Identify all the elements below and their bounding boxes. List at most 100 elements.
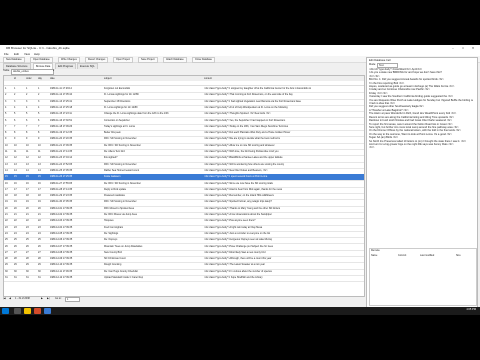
cell-subject[interactable]: September 15 Directions: [104, 99, 200, 104]
cell-day[interactable]: 25: [38, 237, 46, 242]
cell-subject[interactable]: Change the Ft. Loma sightings date from …: [104, 111, 200, 116]
cell-day[interactable]: 13: [38, 162, 46, 167]
row-number[interactable]: 9: [5, 136, 13, 141]
cell-id[interactable]: 13: [14, 162, 24, 167]
cell-content[interactable]: <div class="typo-body">Sea Otter Dukes a…: [204, 168, 360, 173]
cell-order[interactable]: 4: [26, 105, 36, 110]
row-number[interactable]: 8: [5, 130, 13, 135]
row-number[interactable]: 15: [5, 174, 13, 179]
cell-order[interactable]: 17: [26, 187, 36, 192]
first-page-button[interactable]: |◀: [3, 297, 5, 300]
cell-subject[interactable]: Rough Counting: [104, 262, 200, 267]
cell-date[interactable]: 1989-11-27 17:55:05: [50, 181, 100, 186]
cell-content[interactable]: <div class="typo-body">Most likely Saw a…: [204, 250, 360, 255]
cell-id[interactable]: 25: [14, 237, 24, 242]
cell-content[interactable]: <div class="typo-body">That morning at F…: [204, 92, 360, 97]
cell-order[interactable]: 23: [26, 225, 36, 230]
row-number[interactable]: 22: [5, 218, 13, 223]
cell-order[interactable]: 16: [26, 181, 36, 186]
cell-order[interactable]: 21: [26, 212, 36, 217]
cell-subject[interactable]: Re: Ospreys: [104, 237, 200, 242]
cell-content[interactable]: <div class="typo-body">Just a reminder t…: [204, 231, 360, 236]
cell-date[interactable]: 1989-12-05 17:09:35: [50, 231, 100, 236]
row-number[interactable]: 12: [5, 155, 13, 160]
cell-subject[interactable]: Ft. Loma sightings for 11/ 12/89: [104, 105, 200, 110]
row-number[interactable]: 29: [5, 262, 13, 267]
cell-day[interactable]: 9: [38, 136, 46, 141]
cell-content[interactable]: <div class="typo-body">Although, there w…: [204, 256, 360, 261]
row-number[interactable]: 11: [5, 149, 13, 154]
cell-content[interactable]: <div class="typo-body">Not each Plaintai…: [204, 130, 360, 135]
cell-day[interactable]: 15: [38, 174, 46, 179]
cell-date[interactable]: 1989-11-25 17:05:35: [50, 168, 100, 173]
cell-day[interactable]: 26: [38, 244, 46, 249]
cell-subject[interactable]: Fred Cunningham: [104, 225, 200, 230]
cell-day[interactable]: 19: [38, 199, 46, 204]
cell-content[interactable]: <div class="typo-body">A light rain toda…: [204, 225, 360, 230]
cell-day[interactable]: 29: [38, 262, 46, 267]
cell-subject[interactable]: Correction on Sepulcher: [104, 118, 200, 123]
cell-order[interactable]: 18: [26, 193, 36, 198]
cell-day[interactable]: 23: [38, 225, 46, 230]
cell-subject[interactable]: Mountain Trees on Jump Roadsides: [104, 244, 200, 249]
cell-subject[interactable]: Hoopoes: [104, 218, 200, 223]
cell-id[interactable]: 19: [14, 199, 24, 204]
cell-content[interactable]: <div class="typo-body">The Latest Sweate…: [204, 262, 360, 267]
cell-content[interactable]: <div class="typo-body">Have Challenge pu…: [204, 244, 360, 249]
cell-id[interactable]: 26: [14, 244, 24, 249]
cell-content[interactable]: <div class="typo-body">Spotted Fulmar, a…: [204, 199, 360, 204]
cell-order[interactable]: 7: [26, 124, 36, 129]
cell-id[interactable]: 8: [14, 130, 24, 135]
cell-date[interactable]: 1989-12-11 17:09:35: [50, 269, 100, 274]
open-project-button[interactable]: Open Project: [113, 57, 133, 63]
cell-order[interactable]: 9: [26, 136, 36, 141]
cell-subject[interactable]: Forgotten not Escondido: [104, 86, 200, 91]
cell-id[interactable]: 11: [14, 149, 24, 154]
cell-date[interactable]: 1989-11-26 17:25:35: [50, 174, 100, 179]
cell-date[interactable]: 1989-11-22 17:14:35: [50, 149, 100, 154]
cell-id[interactable]: 21: [14, 212, 24, 217]
cell-order[interactable]: 10: [26, 143, 36, 148]
cell-content[interactable]: <div class="typo-body">We are trying to …: [204, 136, 360, 141]
cell-date[interactable]: 1989-12-01 17:09:35: [50, 206, 100, 211]
cell-day[interactable]: 31: [38, 275, 46, 280]
cell-date[interactable]: 1989-11-13 17:25:41: [50, 99, 100, 104]
next-page-button[interactable]: ▶: [41, 297, 43, 300]
cell-id[interactable]: 7: [14, 124, 24, 129]
cell-id[interactable]: 15: [14, 174, 24, 179]
cell-date[interactable]: 1989-12-08 17:09:35: [50, 250, 100, 255]
cell-subject[interactable]: SD Christmas Count: [104, 256, 200, 261]
cell-order[interactable]: 26: [26, 244, 36, 249]
cell-date[interactable]: 1989-11-12 17:05:44: [50, 92, 100, 97]
cell-day[interactable]: 21: [38, 212, 46, 217]
taskbar-clock[interactable]: 4:05 PM: [466, 308, 476, 311]
cell-id[interactable]: 12: [14, 155, 24, 160]
cell-order[interactable]: 30: [26, 269, 36, 274]
cell-order[interactable]: 12: [26, 155, 36, 160]
cell-date[interactable]: 1989-11-14 17:25:18: [50, 105, 100, 110]
cell-order[interactable]: 25: [26, 237, 36, 242]
cell-content[interactable]: <div class="typo-body">Yes, the Sepulche…: [204, 118, 360, 123]
cell-subject[interactable]: Re: RFC: SD Scoring in November: [104, 143, 200, 148]
cell-day[interactable]: 16: [38, 181, 46, 186]
cell-content[interactable]: <div class="typo-body">A lot of Kelp Woo…: [204, 105, 360, 110]
cell-date[interactable]: 1989-11-28 17:14:35: [50, 187, 100, 192]
cell-order[interactable]: 3: [26, 99, 36, 104]
cell-editor-textarea[interactable]: <div id="typo-body">CrossWord<br> April<…: [369, 68, 473, 150]
cell-subject[interactable]: Ft. Lomas sightings for 11/ 12/89: [104, 92, 200, 97]
cell-id[interactable]: 29: [14, 262, 24, 267]
cell-day[interactable]: 14: [38, 168, 46, 173]
cell-id[interactable]: 4: [14, 105, 24, 110]
cell-date[interactable]: 1989-12-07 17:09:35: [50, 244, 100, 249]
table-row[interactable]: 31 31 31 31 1989-12-12 17:09:35 Upload Standa…: [4, 275, 364, 283]
cell-content[interactable]: <div class="typo-body">Thoughts Spotted:…: [204, 111, 360, 116]
row-number[interactable]: 26: [5, 244, 13, 249]
cell-date[interactable]: 1989-12-10 17:09:35: [50, 262, 100, 267]
start-icon[interactable]: [2, 308, 9, 314]
cell-content[interactable]: <div class="typo-body">Thanks to Mary Yo…: [204, 206, 360, 211]
cell-date[interactable]: 1989-11-20 17:20:35: [50, 136, 100, 141]
cell-subject[interactable]: Rather Sea Horned reward count: [104, 168, 200, 173]
cell-order[interactable]: 8: [26, 130, 36, 135]
cell-date[interactable]: 1989-11-30 17:05:35: [50, 199, 100, 204]
row-number[interactable]: 17: [5, 187, 13, 192]
